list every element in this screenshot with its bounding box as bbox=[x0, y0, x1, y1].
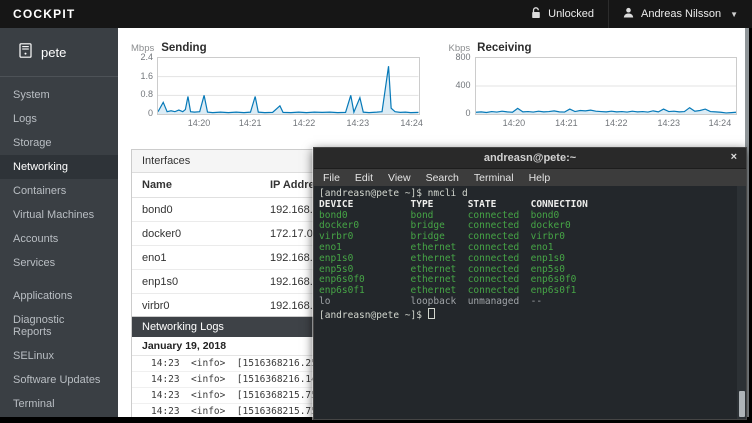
user-name: Andreas Nilsson bbox=[641, 8, 721, 20]
interface-name: docker0 bbox=[132, 222, 260, 246]
chart-x-axis: 14:20 14:21 14:22 14:23 14:24 bbox=[157, 115, 420, 129]
chart-body: 2.41.60.80 bbox=[131, 57, 420, 115]
terminal-menu-terminal[interactable]: Terminal bbox=[474, 172, 514, 184]
sidebar-item-selinux[interactable]: SELinux bbox=[0, 344, 118, 368]
terminal-scrollbar-track[interactable] bbox=[737, 186, 746, 419]
terminal-menu-edit[interactable]: Edit bbox=[355, 172, 373, 184]
terminal-menu-help[interactable]: Help bbox=[529, 172, 551, 184]
x-tick: 14:23 bbox=[347, 118, 370, 128]
chart-head: KbpsReceiving bbox=[449, 42, 738, 54]
y-tick: 0.8 bbox=[140, 89, 153, 99]
sidebar-item-system[interactable]: System bbox=[0, 83, 118, 107]
unlocked-indicator[interactable]: Unlocked bbox=[517, 0, 608, 28]
sending-chart: MbpsSending2.41.60.8014:2014:2114:2214:2… bbox=[131, 42, 420, 129]
x-tick: 14:22 bbox=[293, 118, 316, 128]
terminal-scrollbar-thumb[interactable] bbox=[739, 391, 745, 417]
interface-name: eno1 bbox=[132, 246, 260, 270]
x-tick: 14:20 bbox=[188, 118, 211, 128]
terminal-menu-search[interactable]: Search bbox=[426, 172, 459, 184]
sidebar-item-virtual-machines[interactable]: Virtual Machines bbox=[0, 203, 118, 227]
user-icon bbox=[623, 7, 634, 21]
chart-plot bbox=[475, 57, 738, 115]
x-tick: 14:23 bbox=[657, 118, 680, 128]
sidebar-item-networking[interactable]: Networking bbox=[0, 155, 118, 179]
x-tick: 14:22 bbox=[605, 118, 628, 128]
sidebar-item-services[interactable]: Services bbox=[0, 251, 118, 275]
interface-name: bond0 bbox=[132, 198, 260, 222]
sidebar-divider bbox=[0, 76, 118, 77]
unlocked-label: Unlocked bbox=[548, 8, 594, 20]
interface-name: virbr0 bbox=[132, 294, 260, 318]
terminal-line: [andreasn@pete ~]$ bbox=[319, 308, 746, 322]
terminal-title: andreasn@pete:~ bbox=[484, 152, 576, 164]
sidebar-item-logs[interactable]: Logs bbox=[0, 107, 118, 131]
topbar-right: Unlocked Andreas Nilsson ▼ bbox=[517, 0, 752, 28]
y-tick: 0 bbox=[148, 108, 153, 118]
chart-body: 8004000 bbox=[449, 57, 738, 115]
chart-x-axis: 14:20 14:21 14:22 14:23 14:24 bbox=[475, 115, 738, 129]
chart-title: Receiving bbox=[477, 42, 531, 54]
close-icon[interactable]: × bbox=[731, 151, 737, 163]
cockpit-brand: COCKPIT bbox=[0, 7, 75, 21]
sidebar-item-storage[interactable]: Storage bbox=[0, 131, 118, 155]
unlock-icon bbox=[531, 7, 541, 22]
x-tick: 14:24 bbox=[709, 118, 732, 128]
server-icon bbox=[19, 43, 32, 61]
y-tick: 0 bbox=[465, 108, 470, 118]
terminal-menubar: File Edit View Search Terminal Help bbox=[314, 169, 746, 186]
x-tick: 14:21 bbox=[239, 118, 262, 128]
sidebar-nav: SystemLogsStorageNetworkingContainersVir… bbox=[0, 83, 118, 416]
chart-y-axis: 8004000 bbox=[449, 57, 475, 115]
sidebar-item-applications[interactable]: Applications bbox=[0, 284, 118, 308]
host-name: pete bbox=[41, 45, 66, 60]
terminal-window: andreasn@pete:~ × File Edit View Search Term… bbox=[313, 147, 747, 420]
chart-y-axis: 2.41.60.80 bbox=[131, 57, 157, 115]
terminal-menu-file[interactable]: File bbox=[323, 172, 340, 184]
y-tick: 800 bbox=[455, 52, 470, 62]
terminal-titlebar[interactable]: andreasn@pete:~ × bbox=[314, 148, 746, 169]
terminal-body[interactable]: [andreasn@pete ~]$ nmcli dDEVICE TYPE ST… bbox=[314, 186, 746, 419]
sidebar-item-terminal[interactable]: Terminal bbox=[0, 392, 118, 416]
x-tick: 14:21 bbox=[555, 118, 578, 128]
host-row[interactable]: pete bbox=[0, 28, 118, 74]
sidebar-item-accounts[interactable]: Accounts bbox=[0, 227, 118, 251]
sidebar-item-diagnostic-reports[interactable]: Diagnostic Reports bbox=[0, 308, 118, 344]
receiving-chart: KbpsReceiving800 400 0 14:20 14:21 14:22 14:23… bbox=[449, 42, 738, 129]
terminal-cursor bbox=[428, 308, 435, 319]
chart-title: Sending bbox=[161, 42, 206, 54]
terminal-menu-view[interactable]: View bbox=[388, 172, 411, 184]
sidebar-item-containers[interactable]: Containers bbox=[0, 179, 118, 203]
terminal-line: lo loopback unmanaged -- bbox=[319, 297, 746, 308]
y-tick: 400 bbox=[455, 80, 470, 90]
y-tick: 2.4 bbox=[140, 52, 153, 62]
interface-name: enp1s0 bbox=[132, 270, 260, 294]
column-header-name: Name bbox=[132, 173, 260, 198]
top-navbar: COCKPIT Unlocked Andreas Nilsson ▼ bbox=[0, 0, 752, 28]
x-tick: 14:20 bbox=[503, 118, 526, 128]
chevron-down-icon: ▼ bbox=[730, 10, 738, 19]
chart-head: MbpsSending bbox=[131, 42, 420, 54]
user-menu[interactable]: Andreas Nilsson ▼ bbox=[608, 0, 752, 28]
traffic-charts: MbpsSending2.41.60.8014:2014:2114:2214:2… bbox=[131, 42, 737, 129]
sidebar: pete SystemLogsStorageNetworkingContaine… bbox=[0, 28, 118, 417]
sidebar-item-software-updates[interactable]: Software Updates bbox=[0, 368, 118, 392]
chart-plot bbox=[157, 57, 420, 115]
y-tick: 1.6 bbox=[140, 71, 153, 81]
x-tick: 14:24 bbox=[400, 118, 423, 128]
terminal-line: DEVICE TYPE STATE CONNECTION bbox=[319, 200, 746, 211]
terminal-line: enp1s0 ethernet connected enp1s0 bbox=[319, 254, 746, 265]
